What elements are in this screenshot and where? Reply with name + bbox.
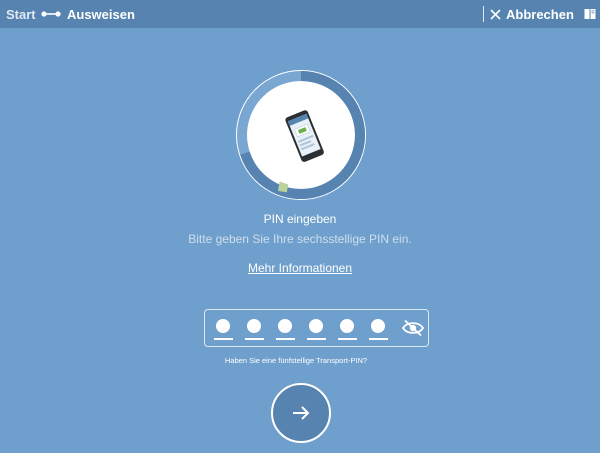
page-subtitle: Bitte geben Sie Ihre sechsstellige PIN e… xyxy=(188,232,412,246)
transport-pin-label: Haben Sie eine fünfstellige Transport-PI… xyxy=(224,356,368,365)
close-icon xyxy=(490,8,501,20)
pin-digit xyxy=(307,316,326,340)
pin-digit xyxy=(276,316,295,340)
pin-underline xyxy=(276,338,295,340)
pin-dot xyxy=(309,319,323,333)
pin-dot xyxy=(278,319,292,333)
more-info-container: Mehr Informationen xyxy=(0,261,600,275)
help-book-icon[interactable] xyxy=(584,8,596,20)
more-info-link[interactable]: Mehr Informationen xyxy=(248,261,352,275)
arrow-right-icon xyxy=(293,406,310,420)
pin-input[interactable] xyxy=(204,309,429,347)
pin-dot xyxy=(247,319,261,333)
pin-digit xyxy=(214,316,233,340)
pin-digit xyxy=(245,316,264,340)
pin-underline xyxy=(307,338,326,340)
pin-digit xyxy=(369,316,388,340)
pin-underline xyxy=(369,338,388,340)
pin-dot xyxy=(371,319,385,333)
transport-pin-link[interactable]: Haben Sie eine fünfstellige Transport-PI… xyxy=(0,356,600,365)
pin-underline xyxy=(338,338,357,340)
pin-underline xyxy=(245,338,264,340)
next-button[interactable] xyxy=(271,383,331,443)
cancel-label: Abbrechen xyxy=(506,6,574,22)
cancel-button[interactable]: Abbrechen xyxy=(490,6,574,22)
breadcrumb-start[interactable]: Start xyxy=(6,7,36,22)
page-title: PIN eingeben xyxy=(263,212,337,226)
title-bar: Start Ausweisen Abbrechen xyxy=(0,0,600,28)
smartphone-icon xyxy=(285,110,324,162)
pin-dot xyxy=(216,319,230,333)
pin-dot xyxy=(340,319,354,333)
pin-digit xyxy=(338,316,357,340)
breadcrumb-current: Ausweisen xyxy=(67,7,135,22)
eye-off-icon[interactable] xyxy=(402,319,424,337)
breadcrumb-separator-icon xyxy=(41,11,61,17)
topbar-divider xyxy=(483,6,484,22)
pin-underline xyxy=(214,338,233,340)
